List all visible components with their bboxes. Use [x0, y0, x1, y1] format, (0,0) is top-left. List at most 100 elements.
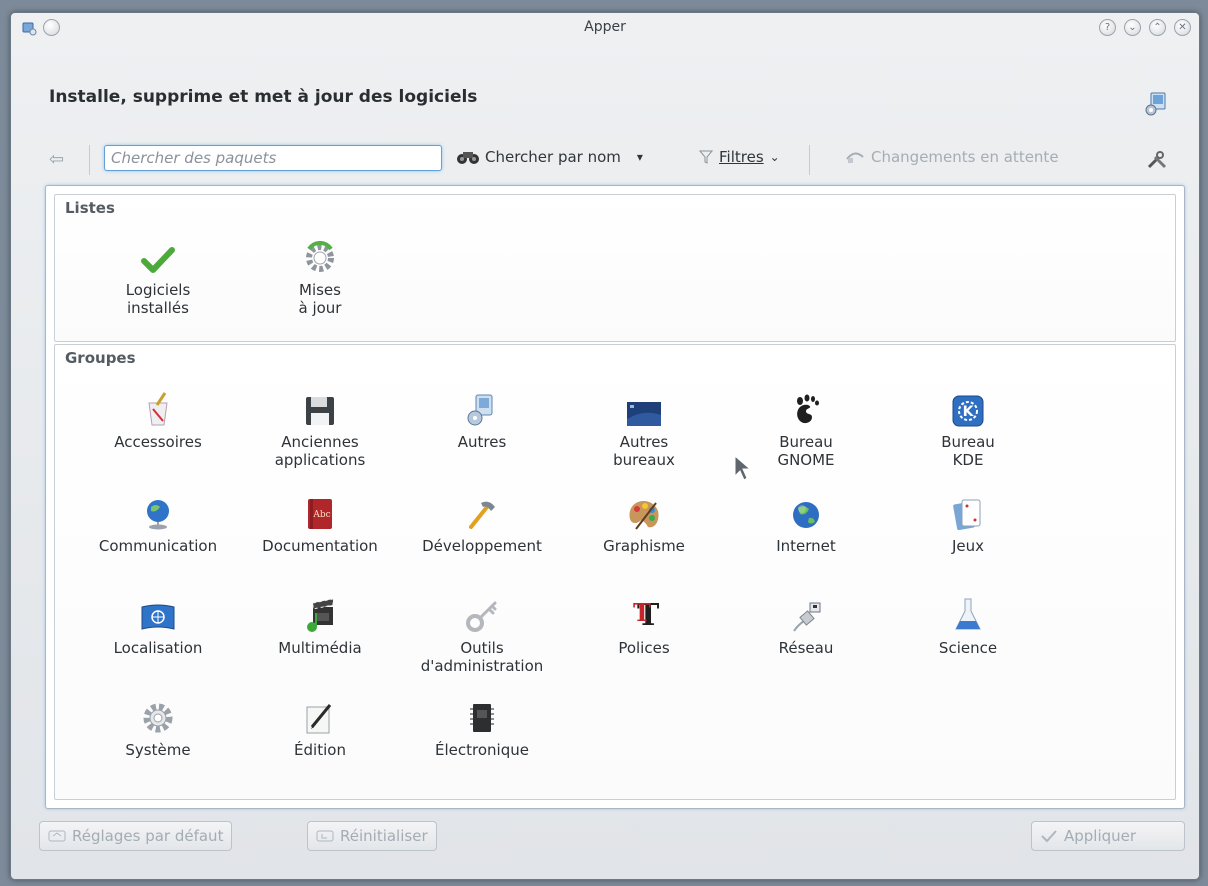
close-button[interactable]: ✕	[1174, 19, 1191, 36]
globe-icon	[147, 500, 169, 530]
group-item-system[interactable]: Système	[83, 695, 233, 759]
group-item-label: Documentation	[262, 537, 378, 555]
gear-icon	[143, 703, 173, 733]
group-item-science[interactable]: Science	[893, 593, 1043, 657]
svg-text:Abc: Abc	[312, 510, 330, 520]
group-item-multimedia[interactable]: Multimédia	[245, 593, 395, 657]
defaults-icon	[48, 830, 66, 842]
title-bar: Apper ? ⌄ ⌃ ✕	[11, 13, 1199, 43]
svg-text:T: T	[633, 598, 651, 627]
group-item-label: Accessoires	[114, 433, 202, 451]
filters-label: Filtres	[719, 148, 764, 166]
list-item-label: Logiciels installés	[125, 281, 191, 317]
help-button[interactable]: ?	[1099, 19, 1116, 36]
chevron-down-icon: ⌄	[769, 150, 780, 164]
bottom-bar: Réglages par défaut Réinitialiser Appliq…	[11, 821, 1199, 861]
group-item-label: Graphisme	[603, 537, 685, 555]
groups-section: Groupes Accessoires Anciennes applicatio…	[54, 344, 1176, 800]
group-item-other-desktops[interactable]: Autres bureaux	[569, 387, 719, 469]
group-item-communication[interactable]: Communication	[83, 491, 233, 555]
font-icon: TT	[633, 598, 660, 633]
accessories-icon	[148, 392, 168, 426]
chevron-down-icon: ▾	[636, 150, 643, 164]
minimize-button[interactable]: ⌄	[1124, 19, 1141, 36]
group-item-games[interactable]: Jeux	[893, 491, 1043, 555]
network-plug-icon	[793, 602, 821, 632]
group-item-label: Internet	[776, 537, 836, 555]
list-item-updates[interactable]: Mises à jour	[245, 235, 395, 317]
group-item-documentation[interactable]: Abc Documentation	[245, 491, 395, 555]
binoculars-icon	[457, 152, 479, 164]
group-item-others[interactable]: Autres	[407, 387, 557, 451]
group-item-label: Réseau	[778, 639, 834, 657]
desktop-icon	[627, 402, 661, 426]
reset-button[interactable]: Réinitialiser	[307, 821, 437, 851]
group-item-gnome-desktop[interactable]: Bureau GNOME	[731, 387, 881, 469]
group-item-admin-tools[interactable]: Outils d'administration	[407, 593, 557, 675]
svg-text:K: K	[963, 404, 975, 420]
checkmark-icon	[141, 247, 175, 273]
tools-icon[interactable]	[1145, 147, 1169, 171]
group-item-label: Bureau GNOME	[777, 433, 835, 469]
settings-computer-icon[interactable]	[1143, 91, 1169, 117]
list-item-label: Mises à jour	[298, 281, 342, 317]
back-button[interactable]: ⇦	[49, 149, 64, 170]
update-gear-icon	[306, 241, 334, 272]
group-item-electronics[interactable]: Électronique	[407, 695, 557, 759]
search-by-name-label: Chercher par nom	[485, 148, 621, 166]
group-item-label: Autres	[457, 433, 507, 451]
group-item-kde-desktop[interactable]: K Bureau KDE	[893, 387, 1043, 469]
group-item-label: Polices	[618, 639, 670, 657]
groups-section-title: Groupes	[65, 349, 136, 367]
group-item-label: Électronique	[435, 741, 529, 759]
group-item-label: Édition	[294, 741, 346, 759]
group-item-internet[interactable]: Internet	[731, 491, 881, 555]
key-icon	[466, 601, 497, 632]
earth-icon	[793, 502, 819, 528]
chip-icon	[470, 704, 494, 732]
toolbar-separator	[89, 145, 90, 175]
group-item-label: Jeux	[951, 537, 985, 555]
window-title: Apper	[584, 19, 626, 35]
group-item-label: Science	[938, 639, 998, 657]
filters-button[interactable]: Filtres ⌄	[699, 148, 780, 166]
cards-icon	[953, 499, 981, 531]
defaults-button[interactable]: Réglages par défaut	[39, 821, 233, 851]
apply-button[interactable]: Appliquer	[1031, 821, 1185, 851]
hammer-icon	[469, 501, 495, 529]
group-item-label: Anciennes applications	[274, 433, 366, 469]
maximize-button[interactable]: ⌃	[1149, 19, 1166, 36]
reset-icon	[316, 830, 334, 842]
pending-changes-label: Changements en attente	[871, 148, 1059, 166]
group-item-label: Bureau KDE	[941, 433, 995, 469]
edit-pen-icon	[306, 704, 332, 734]
flask-icon	[955, 598, 981, 630]
checkmark-icon	[1041, 830, 1057, 843]
group-item-editing[interactable]: Édition	[245, 695, 395, 759]
group-item-network[interactable]: Réseau	[731, 593, 881, 657]
flag-icon	[141, 604, 175, 630]
search-input[interactable]	[104, 145, 442, 171]
reset-label: Réinitialiser	[340, 827, 428, 845]
group-item-development[interactable]: Développement	[407, 491, 557, 555]
pending-changes-button[interactable]: Changements en attente	[845, 148, 1059, 166]
list-item-installed[interactable]: Logiciels installés	[83, 235, 233, 317]
search-by-name-button[interactable]: Chercher par nom ▾	[457, 148, 643, 166]
group-item-localization[interactable]: Localisation	[83, 593, 233, 657]
kde-icon: K	[952, 395, 984, 427]
group-item-fonts[interactable]: TT Polices	[569, 593, 719, 657]
group-item-label: Communication	[98, 537, 218, 555]
lists-section: Listes Logiciels installés Mises à jour	[54, 194, 1176, 342]
defaults-label: Réglages par défaut	[72, 827, 224, 845]
toolbar: ⇦ Chercher par nom ▾ Filtres ⌄ Changemen…	[11, 143, 1199, 177]
group-item-legacy-apps[interactable]: Anciennes applications	[245, 387, 395, 469]
gnome-foot-icon	[797, 394, 819, 424]
group-item-label: Outils d'administration	[420, 639, 544, 675]
floppy-disk-icon	[306, 397, 334, 425]
clapper-icon	[307, 598, 334, 632]
mouse-pointer-icon	[734, 454, 752, 481]
page-title: Installe, supprime et met à jour des log…	[49, 87, 478, 107]
group-item-accessories[interactable]: Accessoires	[83, 387, 233, 451]
group-item-graphics[interactable]: Graphisme	[569, 491, 719, 555]
group-item-label: Autres bureaux	[613, 433, 675, 469]
